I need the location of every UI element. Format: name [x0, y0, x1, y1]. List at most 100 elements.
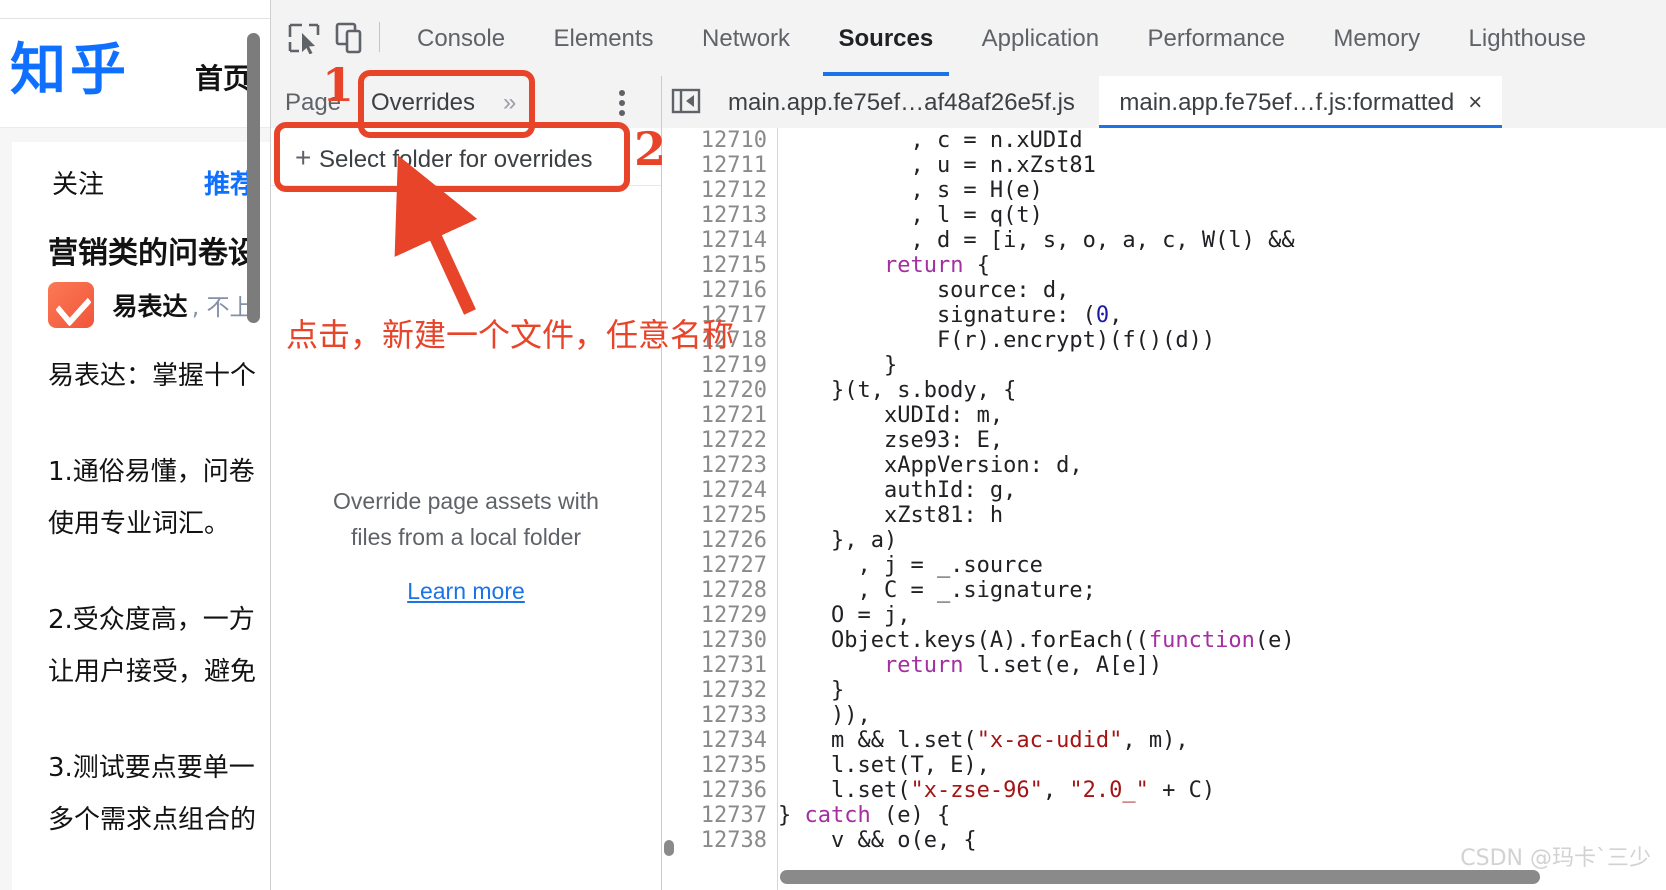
code-line[interactable]: xUDId: m, [778, 403, 1666, 428]
tab-console[interactable]: Console [395, 0, 527, 76]
code-line[interactable]: )), [778, 703, 1666, 728]
zhihu-tab-follow[interactable]: 关注 [52, 164, 104, 201]
avatar [48, 282, 94, 328]
code-line[interactable]: }, a) [778, 528, 1666, 553]
feed-author-subtitle: , 不上 [191, 295, 253, 321]
line-number: 12723 [700, 453, 767, 478]
code-line[interactable]: xAppVersion: d, [778, 453, 1666, 478]
code-editor[interactable]: 12710 12711 12712 12713 12714 12715 12716 12717… [662, 128, 1666, 890]
code-line[interactable]: , u = n.xZst81 [778, 153, 1666, 178]
csdn-watermark: CSDN @玛卡`三少 [1460, 846, 1651, 871]
line-number: 12721 [700, 403, 767, 428]
line-number: 12738 [700, 828, 767, 853]
overrides-navigator-pane: + Select folder for overrides Override pa… [271, 128, 662, 890]
line-number: 12733 [700, 703, 767, 728]
more-options-icon[interactable] [619, 90, 625, 116]
feed-author-name[interactable]: 易表达 [112, 287, 187, 323]
zhihu-logo[interactable]: 知乎 [10, 43, 130, 99]
code-line[interactable]: Object.keys(A).forEach((function(e) [778, 628, 1666, 653]
line-number: 12722 [700, 428, 767, 453]
code-line[interactable]: }(t, s.body, { [778, 378, 1666, 403]
line-number: 12717 [700, 303, 767, 328]
code-line[interactable]: signature: (0, [778, 303, 1666, 328]
editor-tab-strip: main.app.fe75ef…af48af26e5f.js main.app.… [662, 76, 1503, 129]
line-number: 12718 [700, 328, 767, 353]
code-line[interactable]: } [778, 678, 1666, 703]
inspect-element-icon[interactable] [287, 22, 321, 55]
tab-performance[interactable]: Performance [1126, 0, 1307, 76]
line-number: 12730 [700, 628, 767, 653]
navigator-more-tabs-icon[interactable]: » [503, 76, 516, 128]
editor-vertical-scrollbar[interactable] [664, 840, 674, 856]
code-line[interactable]: , s = H(e) [778, 178, 1666, 203]
navigator-tabs: Page Overrides » [271, 76, 661, 128]
close-icon[interactable]: × [1468, 89, 1482, 116]
code-line[interactable]: , d = [i, s, o, a, c, W(l) && [778, 228, 1666, 253]
editor-tab-minified[interactable]: main.app.fe75ef…af48af26e5f.js [708, 76, 1095, 128]
line-number: 12720 [700, 378, 767, 403]
line-number: 12711 [700, 153, 767, 178]
line-number: 12737 [700, 803, 767, 828]
tab-application[interactable]: Application [960, 0, 1121, 76]
browser-chrome-strip [0, 0, 270, 19]
zhihu-nav-home[interactable]: 首页 [195, 57, 251, 97]
code-line[interactable]: return l.set(e, A[e]) [778, 653, 1666, 678]
source-code[interactable]: , c = n.xUDId , u = n.xZst81 , s = H(e) … [778, 128, 1666, 890]
collapse-navigator-icon[interactable] [670, 86, 704, 116]
code-line[interactable]: source: d, [778, 278, 1666, 303]
tab-network[interactable]: Network [680, 0, 812, 76]
feed-author-row: 易表达 , 不上 [48, 282, 253, 328]
code-line[interactable]: return { [778, 253, 1666, 278]
code-line[interactable]: authId: g, [778, 478, 1666, 503]
sources-subtoolbar: Page Overrides » main.app.fe75ef…af48af2… [271, 76, 1666, 129]
feed-paragraph: 2.受众度高，一方 [48, 605, 255, 635]
code-line[interactable]: l.set(T, E), [778, 753, 1666, 778]
navigator-tab-page[interactable]: Page [285, 76, 341, 128]
code-line[interactable]: F(r).encrypt)(f()(d)) [778, 328, 1666, 353]
code-line[interactable]: xZst81: h [778, 503, 1666, 528]
devtools-toolbar: Console Elements Network Sources Applica… [271, 0, 1666, 77]
select-folder-label: Select folder for overrides [319, 146, 593, 173]
overrides-blurb-line1: Override page assets with [333, 488, 599, 514]
code-line[interactable]: O = j, [778, 603, 1666, 628]
code-line[interactable]: l.set("x-zse-96", "2.0_" + C) [778, 778, 1666, 803]
tab-lighthouse[interactable]: Lighthouse [1447, 0, 1608, 76]
zhihu-page: 知乎 首页 关注 推荐 营销类的问卷设 易表达 , 不上 易表达：掌握十个 1.… [0, 0, 270, 890]
code-line[interactable]: } catch (e) { [778, 803, 1666, 828]
code-line[interactable]: , C = _.signature; [778, 578, 1666, 603]
device-toolbar-icon[interactable] [333, 22, 367, 54]
overrides-blurb-line2: files from a local folder [350, 524, 582, 550]
line-number: 12726 [700, 528, 767, 553]
line-number: 12712 [700, 178, 767, 203]
code-line[interactable]: , l = q(t) [778, 203, 1666, 228]
toolbar-divider [379, 22, 380, 52]
code-line[interactable]: , c = n.xUDId [778, 128, 1666, 153]
code-line[interactable]: zse93: E, [778, 428, 1666, 453]
select-folder-for-overrides-button[interactable]: + Select folder for overrides [271, 128, 661, 186]
editor-tab-formatted-label: main.app.fe75ef…f.js:formatted [1119, 89, 1455, 116]
navigator-tab-overrides[interactable]: Overrides [371, 76, 475, 128]
line-number: 12727 [700, 553, 767, 578]
feed-paragraph: 多个需求点组合的 [48, 805, 257, 835]
devtools-panel-tabs: Console Elements Network Sources Applica… [395, 0, 1608, 76]
editor-tab-formatted[interactable]: main.app.fe75ef…f.js:formatted × [1099, 76, 1503, 129]
code-line[interactable]: , j = _.source [778, 553, 1666, 578]
zhihu-feed-item[interactable]: 营销类的问卷设 易表达 , 不上 易表达：掌握十个 1.通俗易懂，问卷 使用专业… [12, 220, 270, 890]
learn-more-link[interactable]: Learn more [271, 578, 661, 605]
feed-paragraph: 1.通俗易懂，问卷 [48, 457, 255, 487]
line-number: 12736 [700, 778, 767, 803]
feed-paragraph: 3.测试要点要单一 [48, 753, 255, 783]
tab-elements[interactable]: Elements [532, 0, 676, 76]
tab-memory[interactable]: Memory [1311, 0, 1442, 76]
line-number: 12724 [700, 478, 767, 503]
line-number: 12716 [700, 278, 767, 303]
devtools-window: Console Elements Network Sources Applica… [270, 0, 1666, 890]
tab-sources[interactable]: Sources [817, 0, 956, 76]
editor-horizontal-scrollbar[interactable] [780, 870, 1540, 884]
page-scrollbar[interactable] [247, 33, 260, 323]
feed-item-title[interactable]: 营销类的问卷设 [48, 228, 258, 272]
code-line[interactable]: m && l.set("x-ac-udid", m), [778, 728, 1666, 753]
line-number: 12715 [700, 253, 767, 278]
line-number: 12731 [700, 653, 767, 678]
code-line[interactable]: } [778, 353, 1666, 378]
